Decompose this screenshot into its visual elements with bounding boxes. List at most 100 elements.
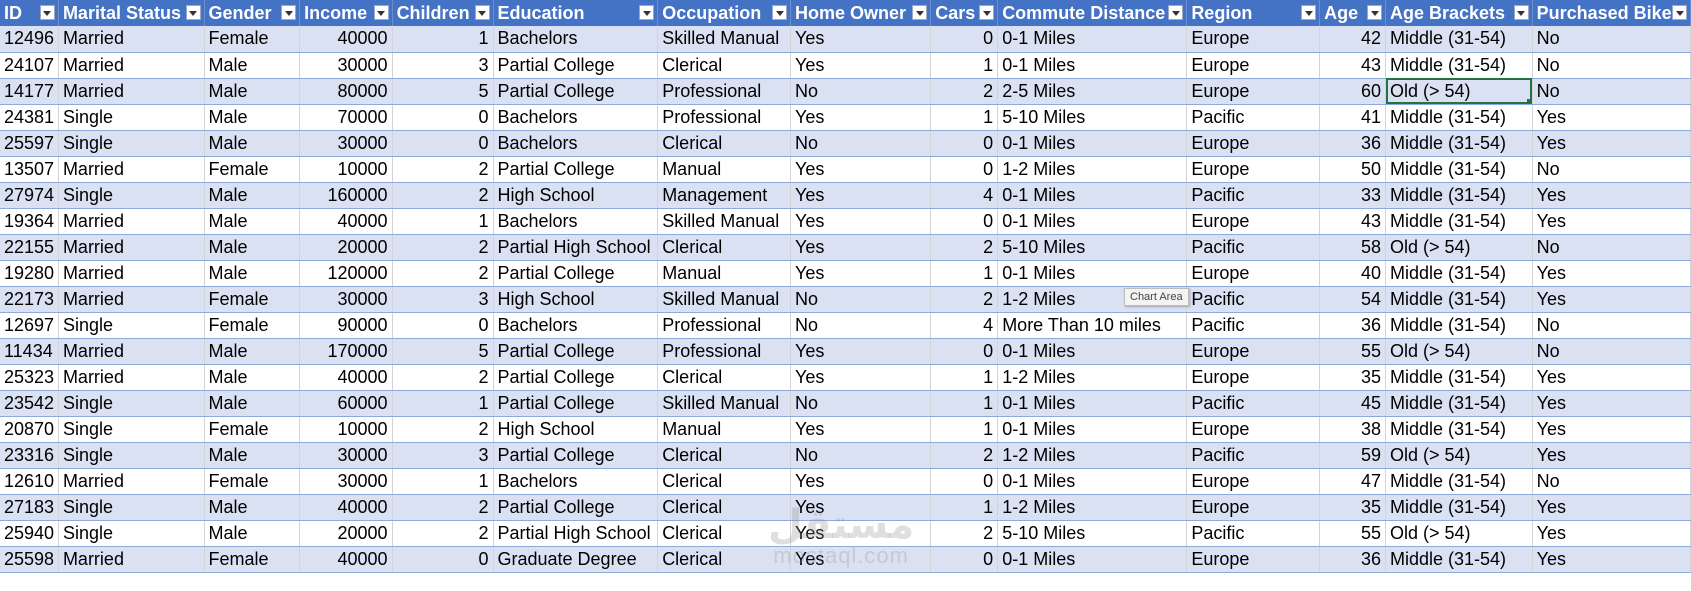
cell-education[interactable]: Partial College [493, 156, 659, 183]
cell-education[interactable]: Partial College [493, 260, 659, 287]
cell-home-owner[interactable]: Yes [790, 364, 932, 391]
cell-commute-distance[interactable]: More Than 10 miles [997, 312, 1188, 339]
cell-occupation[interactable]: Professional [657, 104, 791, 131]
cell-children[interactable]: 2 [392, 156, 494, 183]
cell-cars[interactable]: 0 [930, 26, 999, 53]
filter-dropdown-icon[interactable] [39, 5, 55, 20]
cell-education[interactable]: High School [493, 416, 659, 443]
cell-education[interactable]: Bachelors [493, 468, 659, 495]
cell-commute-distance[interactable]: 5-10 Miles [997, 520, 1188, 547]
cell-id[interactable]: 14177 [0, 78, 59, 105]
cell-cars[interactable]: 4 [930, 312, 999, 339]
cell-commute-distance[interactable]: 0-1 Miles [997, 416, 1188, 443]
cell-commute-distance[interactable]: 0-1 Miles [997, 468, 1188, 495]
cell-income[interactable]: 30000 [299, 130, 393, 157]
cell-occupation[interactable]: Skilled Manual [657, 390, 791, 417]
cell-marital-status[interactable]: Married [58, 364, 205, 391]
column-header-gender[interactable]: Gender [204, 0, 301, 26]
cell-marital-status[interactable]: Single [58, 182, 205, 209]
cell-age[interactable]: 35 [1319, 494, 1386, 521]
filter-dropdown-icon[interactable] [1513, 5, 1529, 20]
cell-purchased-bike[interactable]: Yes [1532, 416, 1691, 443]
cell-marital-status[interactable]: Married [58, 286, 205, 313]
cell-education[interactable]: Partial College [493, 494, 659, 521]
cell-age-brackets[interactable]: Middle (31-54) [1385, 494, 1533, 521]
cell-purchased-bike[interactable]: Yes [1532, 130, 1691, 157]
cell-commute-distance[interactable]: 0-1 Miles [997, 26, 1188, 53]
cell-occupation[interactable]: Skilled Manual [657, 26, 791, 53]
cell-children[interactable]: 2 [392, 416, 494, 443]
cell-age[interactable]: 59 [1319, 442, 1386, 469]
cell-age-brackets[interactable]: Middle (31-54) [1385, 546, 1533, 573]
cell-income[interactable]: 60000 [299, 390, 393, 417]
cell-home-owner[interactable]: Yes [790, 104, 932, 131]
cell-region[interactable]: Europe [1186, 78, 1321, 105]
cell-age-brackets[interactable]: Middle (31-54) [1385, 286, 1533, 313]
cell-education[interactable]: Partial College [493, 78, 659, 105]
cell-home-owner[interactable]: Yes [790, 26, 932, 53]
cell-id[interactable]: 12697 [0, 312, 59, 339]
cell-cars[interactable]: 0 [930, 338, 999, 365]
cell-purchased-bike[interactable]: Yes [1532, 182, 1691, 209]
cell-home-owner[interactable]: Yes [790, 182, 932, 209]
cell-purchased-bike[interactable]: No [1532, 338, 1691, 365]
cell-commute-distance[interactable]: 0-1 Miles [997, 52, 1188, 79]
cell-age[interactable]: 35 [1319, 364, 1386, 391]
cell-age[interactable]: 40 [1319, 260, 1386, 287]
cell-education[interactable]: Graduate Degree [493, 546, 659, 573]
cell-children[interactable]: 0 [392, 104, 494, 131]
cell-occupation[interactable]: Clerical [657, 364, 791, 391]
filter-dropdown-icon[interactable] [1367, 5, 1382, 20]
cell-children[interactable]: 2 [392, 494, 494, 521]
cell-commute-distance[interactable]: 1-2 Miles [997, 494, 1188, 521]
cell-occupation[interactable]: Clerical [657, 130, 791, 157]
cell-id[interactable]: 25598 [0, 546, 59, 573]
cell-age-brackets[interactable]: Middle (31-54) [1385, 130, 1533, 157]
cell-id[interactable]: 13507 [0, 156, 59, 183]
cell-purchased-bike[interactable]: Yes [1532, 364, 1691, 391]
cell-cars[interactable]: 1 [930, 390, 999, 417]
cell-region[interactable]: Pacific [1186, 312, 1321, 339]
cell-home-owner[interactable]: Yes [790, 416, 932, 443]
cell-cars[interactable]: 0 [930, 208, 999, 235]
cell-commute-distance[interactable]: 0-1 Miles [997, 338, 1188, 365]
cell-purchased-bike[interactable]: Yes [1532, 260, 1691, 287]
cell-age[interactable]: 55 [1319, 520, 1386, 547]
cell-children[interactable]: 1 [392, 468, 494, 495]
cell-education[interactable]: High School [493, 286, 659, 313]
cell-education[interactable]: Partial High School [493, 234, 659, 261]
cell-age[interactable]: 42 [1319, 26, 1386, 53]
cell-age[interactable]: 36 [1319, 546, 1386, 573]
cell-commute-distance[interactable]: 1-2 Miles [997, 442, 1188, 469]
cell-gender[interactable]: Male [204, 234, 301, 261]
cell-occupation[interactable]: Clerical [657, 546, 791, 573]
cell-marital-status[interactable]: Married [58, 468, 205, 495]
cell-purchased-bike[interactable]: Yes [1532, 286, 1691, 313]
filter-dropdown-icon[interactable] [281, 5, 297, 20]
cell-region[interactable]: Europe [1186, 156, 1321, 183]
cell-age[interactable]: 43 [1319, 52, 1386, 79]
cell-occupation[interactable]: Professional [657, 78, 791, 105]
cell-marital-status[interactable]: Married [58, 260, 205, 287]
cell-commute-distance[interactable]: 2-5 Miles [997, 78, 1188, 105]
cell-home-owner[interactable]: No [790, 130, 932, 157]
cell-income[interactable]: 30000 [299, 52, 393, 79]
filter-dropdown-icon[interactable] [1168, 5, 1184, 20]
cell-id[interactable]: 24381 [0, 104, 59, 131]
column-header-age-brackets[interactable]: Age Brackets [1385, 0, 1533, 26]
cell-purchased-bike[interactable]: No [1532, 468, 1691, 495]
cell-gender[interactable]: Female [204, 312, 301, 339]
column-header-age[interactable]: Age [1319, 0, 1386, 26]
cell-children[interactable]: 0 [392, 130, 494, 157]
cell-cars[interactable]: 2 [930, 442, 999, 469]
cell-id[interactable]: 23542 [0, 390, 59, 417]
cell-income[interactable]: 30000 [299, 468, 393, 495]
cell-age[interactable]: 43 [1319, 208, 1386, 235]
cell-home-owner[interactable]: Yes [790, 156, 932, 183]
cell-age-brackets[interactable]: Middle (31-54) [1385, 156, 1533, 183]
cell-region[interactable]: Pacific [1186, 520, 1321, 547]
cell-age-brackets[interactable]: Middle (31-54) [1385, 260, 1533, 287]
cell-cars[interactable]: 2 [930, 520, 999, 547]
filter-dropdown-icon[interactable] [979, 5, 995, 20]
cell-purchased-bike[interactable]: Yes [1532, 520, 1691, 547]
